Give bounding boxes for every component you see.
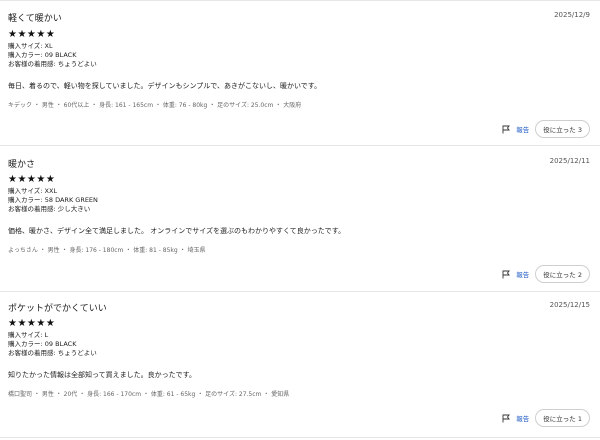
helpful-button[interactable]: 役に立った 1 [535, 409, 590, 427]
review-item: ポケットがでかくていい 2025/12/15 ★★★★★ 購入サイズ: L 購入… [0, 292, 600, 438]
reviewer-info: 橋口聖司 ・ 男性 ・ 20代 ・ 身長: 166 - 170cm ・ 体重: … [8, 391, 290, 398]
purchase-size: 購入サイズ: XL [8, 42, 53, 50]
review-body: 知りたかった情報は全部知って買えました。良かったです。 [8, 371, 196, 379]
fit-feedback: お客様の着用感: ちょうどよい [8, 349, 97, 357]
reviewer-info: よっちさん ・ 男性 ・ 身長: 176 - 180cm ・ 体重: 81 - … [8, 247, 206, 254]
review-date: 2025/12/9 [554, 11, 590, 19]
review-actions: 報告 役に立った 2 [502, 265, 590, 283]
review-item: 暖かさ 2025/12/11 ★★★★★ 購入サイズ: XXL 購入カラー: 5… [0, 146, 600, 292]
review-body: 毎日、着るので、軽い物を探していました。デザインもシンプルで、あきがこないし、暖… [8, 82, 322, 90]
report-button[interactable]: 報告 [502, 124, 529, 134]
report-button[interactable]: 報告 [502, 269, 529, 279]
report-label: 報告 [516, 415, 530, 423]
fit-feedback: お客様の着用感: ちょうどよい [8, 60, 97, 68]
review-actions: 報告 役に立った 1 [502, 409, 590, 427]
review-date: 2025/12/15 [549, 301, 590, 309]
flag-icon [502, 270, 511, 278]
review-item: 軽くて暖かい 2025/12/9 ★★★★★ 購入サイズ: XL 購入カラー: … [0, 0, 600, 146]
purchase-color: 購入カラー: 09 BLACK [8, 51, 77, 59]
review-body: 価格、暖かさ、デザイン全て満足しました。 オンラインでサイズを選ぶのもわかりやす… [8, 227, 346, 235]
helpful-button[interactable]: 役に立った 3 [535, 120, 590, 138]
purchase-size: 購入サイズ: L [8, 331, 49, 339]
purchase-details: 購入サイズ: XL 購入カラー: 09 BLACK お客様の着用感: ちょうどよ… [8, 42, 97, 69]
review-title: 軽くて暖かい [8, 14, 62, 24]
purchase-color: 購入カラー: 58 DARK GREEN [8, 196, 98, 204]
star-rating: ★★★★★ [8, 318, 56, 329]
purchase-details: 購入サイズ: L 購入カラー: 09 BLACK お客様の着用感: ちょうどよい [8, 331, 97, 358]
star-rating: ★★★★★ [8, 29, 56, 40]
fit-feedback: お客様の着用感: 少し大きい [8, 205, 91, 213]
purchase-details: 購入サイズ: XXL 購入カラー: 58 DARK GREEN お客様の着用感:… [8, 187, 98, 214]
report-label: 報告 [516, 126, 530, 134]
flag-icon [502, 414, 511, 422]
review-date: 2025/12/11 [549, 157, 590, 165]
reviewer-info: キデック ・ 男性 ・ 60代以上 ・ 身長: 161 - 165cm ・ 体重… [8, 102, 302, 109]
flag-icon [502, 125, 511, 133]
purchase-color: 購入カラー: 09 BLACK [8, 340, 77, 348]
review-actions: 報告 役に立った 3 [502, 120, 590, 138]
helpful-button[interactable]: 役に立った 2 [535, 265, 590, 283]
report-button[interactable]: 報告 [502, 413, 529, 423]
review-title: ポケットがでかくていい [8, 304, 107, 314]
purchase-size: 購入サイズ: XXL [8, 187, 58, 195]
star-rating: ★★★★★ [8, 174, 56, 185]
review-title: 暖かさ [8, 160, 36, 170]
report-label: 報告 [516, 271, 530, 279]
